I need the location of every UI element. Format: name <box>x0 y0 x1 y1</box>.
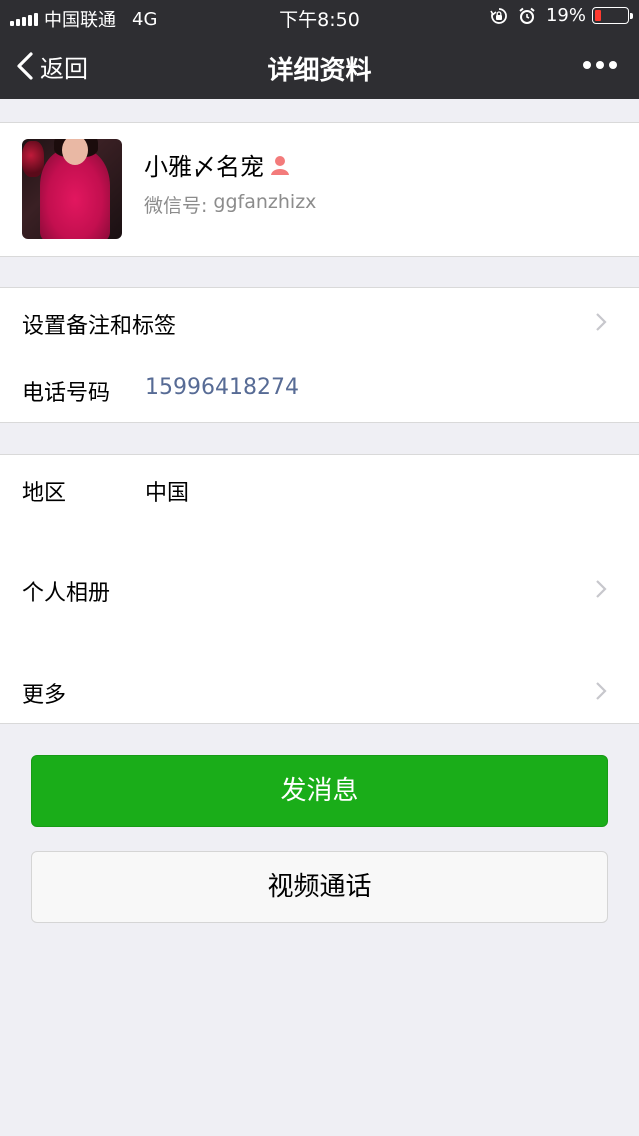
chevron-right-icon <box>596 313 607 331</box>
remark-tags-cell[interactable]: 设置备注和标签 <box>0 288 639 355</box>
phone-cell: 电话号码 15996418274 <box>0 355 639 422</box>
chevron-right-icon <box>596 682 607 700</box>
female-icon <box>271 155 289 175</box>
status-right: 19% <box>490 5 633 26</box>
battery-icon <box>592 7 633 24</box>
wechat-id-label: 微信号: <box>144 195 208 217</box>
album-cell[interactable]: 个人相册 <box>0 522 639 656</box>
nav-bar: 返回 详细资料 <box>0 33 639 99</box>
info-group: 地区 中国 个人相册 更多 <box>0 454 639 724</box>
contact-group: 设置备注和标签 电话号码 15996418274 <box>0 287 639 423</box>
album-label: 个人相册 <box>22 581 111 606</box>
chevron-right-icon <box>596 580 607 598</box>
profile-name: 小雅〆名宠 <box>144 153 264 181</box>
profile-name-row: 小雅〆名宠 <box>144 147 290 182</box>
profile-detail-screen: 中国联通 4G 下午8:50 19% 返回 详细资料 小雅〆名宠 微信号: gg… <box>0 0 639 1136</box>
send-message-button[interactable]: 发消息 <box>31 755 608 827</box>
wechat-id-value: ggfanzhizx <box>213 191 317 213</box>
more-label: 更多 <box>22 683 67 708</box>
rotation-lock-icon <box>490 7 507 24</box>
region-label: 地区 <box>22 481 67 506</box>
alarm-icon <box>519 7 535 24</box>
region-value: 中国 <box>145 481 190 506</box>
wechat-id-row: 微信号: ggfanzhizx <box>144 191 316 218</box>
avatar[interactable] <box>22 139 122 239</box>
more-icon[interactable] <box>583 61 617 69</box>
phone-label: 电话号码 <box>22 381 111 406</box>
battery-percent: 19% <box>545 5 586 26</box>
region-cell: 地区 中国 <box>0 455 639 522</box>
page-title: 详细资料 <box>267 56 372 86</box>
phone-number-link[interactable]: 15996418274 <box>145 375 299 400</box>
profile-card: 小雅〆名宠 微信号: ggfanzhizx <box>0 122 639 257</box>
video-call-button[interactable]: 视频通话 <box>31 851 608 923</box>
status-bar: 中国联通 4G 下午8:50 19% <box>0 0 639 33</box>
battery-fill <box>595 10 601 21</box>
remark-tags-label: 设置备注和标签 <box>22 314 177 339</box>
more-cell[interactable]: 更多 <box>0 656 639 723</box>
